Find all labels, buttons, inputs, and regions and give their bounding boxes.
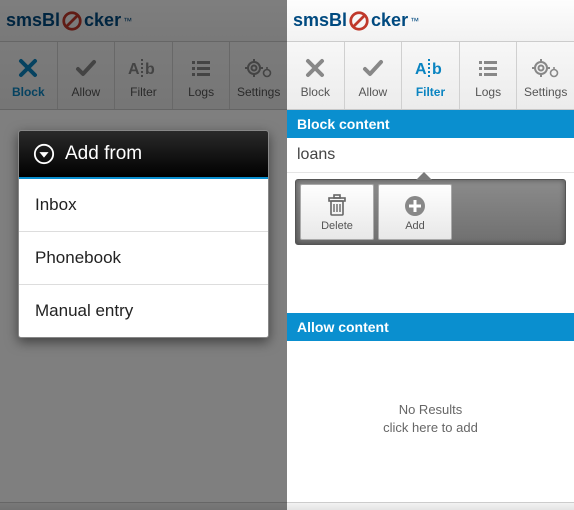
screenshot-right: smsBl cker ™ Block Allow bbox=[287, 0, 574, 510]
toolbar: Block Allow Ab Filter Logs bbox=[287, 42, 574, 110]
allow-content-header: Allow content bbox=[287, 313, 574, 341]
delete-label: Delete bbox=[321, 220, 353, 232]
filter-icon: Ab bbox=[415, 53, 445, 83]
dropdown-circle-icon bbox=[33, 143, 55, 165]
block-content-header: Block content bbox=[287, 110, 574, 138]
modal-item-phonebook[interactable]: Phonebook bbox=[19, 232, 268, 285]
plus-circle-icon bbox=[403, 192, 427, 220]
modal-title: Add from bbox=[65, 143, 142, 165]
tab-settings[interactable]: Settings bbox=[517, 42, 574, 109]
tab-filter[interactable]: Ab Filter bbox=[402, 42, 460, 109]
check-icon bbox=[361, 53, 385, 83]
tab-filter-label: Filter bbox=[416, 85, 445, 99]
block-keyword-entry[interactable]: loans bbox=[287, 138, 574, 173]
trash-icon bbox=[326, 192, 348, 220]
logo-text-post: cker bbox=[371, 10, 408, 31]
trademark: ™ bbox=[410, 16, 419, 26]
tab-logs-label: Logs bbox=[475, 85, 501, 99]
no-symbol-icon bbox=[347, 10, 371, 32]
tab-block[interactable]: Block bbox=[287, 42, 345, 109]
logo-text-pre: smsBl bbox=[293, 10, 347, 31]
x-icon bbox=[303, 53, 327, 83]
delete-button[interactable]: Delete bbox=[300, 184, 374, 240]
add-from-modal: Add from Inbox Phonebook Manual entry bbox=[18, 130, 269, 338]
tab-allow-label: Allow bbox=[359, 85, 388, 99]
svg-text:b: b bbox=[432, 61, 442, 78]
svg-text:A: A bbox=[415, 61, 427, 78]
tab-logs[interactable]: Logs bbox=[460, 42, 518, 109]
screenshot-left: smsBl cker ™ Block Allow bbox=[0, 0, 287, 510]
modal-item-manual-entry[interactable]: Manual entry bbox=[19, 285, 268, 337]
modal-header: Add from bbox=[19, 131, 268, 179]
action-row: Delete Add bbox=[295, 179, 566, 245]
tab-settings-label: Settings bbox=[524, 85, 567, 99]
gear-icon bbox=[532, 53, 560, 83]
add-button[interactable]: Add bbox=[378, 184, 452, 240]
list-icon bbox=[476, 53, 500, 83]
allow-empty-placeholder[interactable]: No Results click here to add bbox=[287, 341, 574, 497]
app-logo: smsBl cker ™ bbox=[293, 10, 419, 32]
no-results-line1: No Results bbox=[297, 401, 564, 419]
tab-block-label: Block bbox=[301, 85, 330, 99]
no-results-line2: click here to add bbox=[297, 419, 564, 437]
modal-item-inbox[interactable]: Inbox bbox=[19, 179, 268, 232]
add-label: Add bbox=[405, 220, 425, 232]
tab-allow[interactable]: Allow bbox=[345, 42, 403, 109]
logo-bar: smsBl cker ™ bbox=[287, 0, 574, 42]
bottom-bar bbox=[287, 502, 574, 510]
